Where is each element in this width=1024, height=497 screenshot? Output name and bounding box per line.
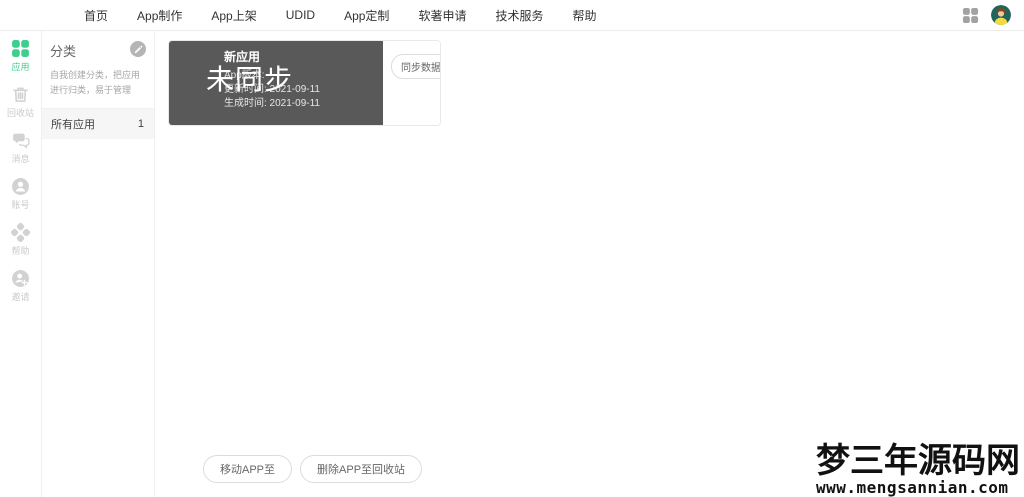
nav-item-copyright[interactable]: 软著申请 — [418, 7, 466, 24]
nav-item-app-make[interactable]: App制作 — [137, 7, 182, 24]
main-content: 新应用 App版本: 更新时间: 2021-09-11 生成时间: 2021-0… — [155, 31, 1024, 497]
sidebar-item-recycle-bin[interactable]: 回收站 — [0, 85, 41, 119]
app-generated-line: 生成时间: 2021-09-11 — [224, 97, 383, 111]
sidebar-label: 帮助 — [11, 244, 29, 257]
app-card-actions: 同步数据 — [383, 41, 440, 125]
nav-item-tech-service[interactable]: 技术服务 — [495, 7, 543, 24]
sidebar-item-apps[interactable]: 应用 — [0, 39, 41, 73]
sync-status-overlay: 未同步 — [206, 58, 293, 98]
delete-app-button[interactable]: 删除APP至回收站 — [300, 455, 422, 483]
sidebar-label: 回收站 — [7, 106, 34, 119]
sidebar-item-invite[interactable]: 邀请 — [0, 269, 41, 303]
nav-item-app-custom[interactable]: App定制 — [344, 7, 389, 24]
move-app-button[interactable]: 移动APP至 — [203, 455, 292, 483]
clover-apps-icon — [11, 39, 30, 58]
category-panel-header: 分类 — [50, 41, 146, 60]
top-nav-menu: 首页 App制作 App上架 UDID App定制 软著申请 技术服务 帮助 — [84, 0, 596, 30]
category-item-count: 1 — [138, 118, 144, 130]
watermark-site-name: 梦三年源码网 — [816, 443, 1020, 479]
user-avatar[interactable] — [991, 5, 1011, 25]
category-item-label: 所有应用 — [51, 116, 95, 132]
category-title: 分类 — [50, 41, 76, 60]
sidebar-item-account[interactable]: 账号 — [0, 177, 41, 211]
left-icon-sidebar: 应用 回收站 消息 — [0, 31, 42, 497]
category-panel: 分类 自我创建分类，把应用进行归类，易于管理 所有应用 1 — [42, 31, 155, 497]
app-card[interactable]: 新应用 App版本: 更新时间: 2021-09-11 生成时间: 2021-0… — [168, 40, 441, 126]
category-item-all-apps[interactable]: 所有应用 1 — [42, 108, 154, 139]
watermark-site-url: www.mengsannian.com — [816, 479, 1020, 496]
sidebar-label: 邀请 — [11, 290, 29, 303]
sidebar-item-help[interactable]: 帮助 — [0, 223, 41, 257]
nav-item-help[interactable]: 帮助 — [572, 7, 596, 24]
pencil-icon — [134, 45, 143, 54]
footer-action-buttons: 移动APP至 删除APP至回收站 — [203, 455, 422, 483]
clover-help-icon — [11, 223, 30, 242]
edit-category-button[interactable] — [130, 41, 146, 57]
sync-data-button[interactable]: 同步数据 — [391, 54, 441, 79]
user-invite-icon — [11, 269, 30, 288]
nav-item-app-publish[interactable]: App上架 — [211, 7, 256, 24]
trash-icon — [11, 85, 30, 104]
user-account-icon — [11, 177, 30, 196]
app-card-info-overlay: 新应用 App版本: 更新时间: 2021-09-11 生成时间: 2021-0… — [169, 41, 383, 125]
topbar-right-icons — [962, 5, 1011, 25]
page-content: 应用 回收站 消息 — [0, 31, 1024, 497]
category-list: 所有应用 1 — [42, 108, 154, 139]
chat-icon — [11, 131, 30, 150]
watermark: 梦三年源码网 www.mengsannian.com — [816, 443, 1020, 496]
sidebar-label: 消息 — [11, 152, 29, 165]
sidebar-item-messages[interactable]: 消息 — [0, 131, 41, 165]
sidebar-label: 应用 — [11, 60, 29, 73]
top-navigation-bar: 首页 App制作 App上架 UDID App定制 软著申请 技术服务 帮助 — [0, 0, 1024, 31]
apps-grid-icon[interactable] — [962, 7, 979, 24]
category-description: 自我创建分类，把应用进行归类，易于管理 — [50, 68, 146, 98]
nav-item-udid[interactable]: UDID — [286, 8, 315, 22]
nav-item-home[interactable]: 首页 — [84, 7, 108, 24]
sidebar-label: 账号 — [11, 198, 29, 211]
